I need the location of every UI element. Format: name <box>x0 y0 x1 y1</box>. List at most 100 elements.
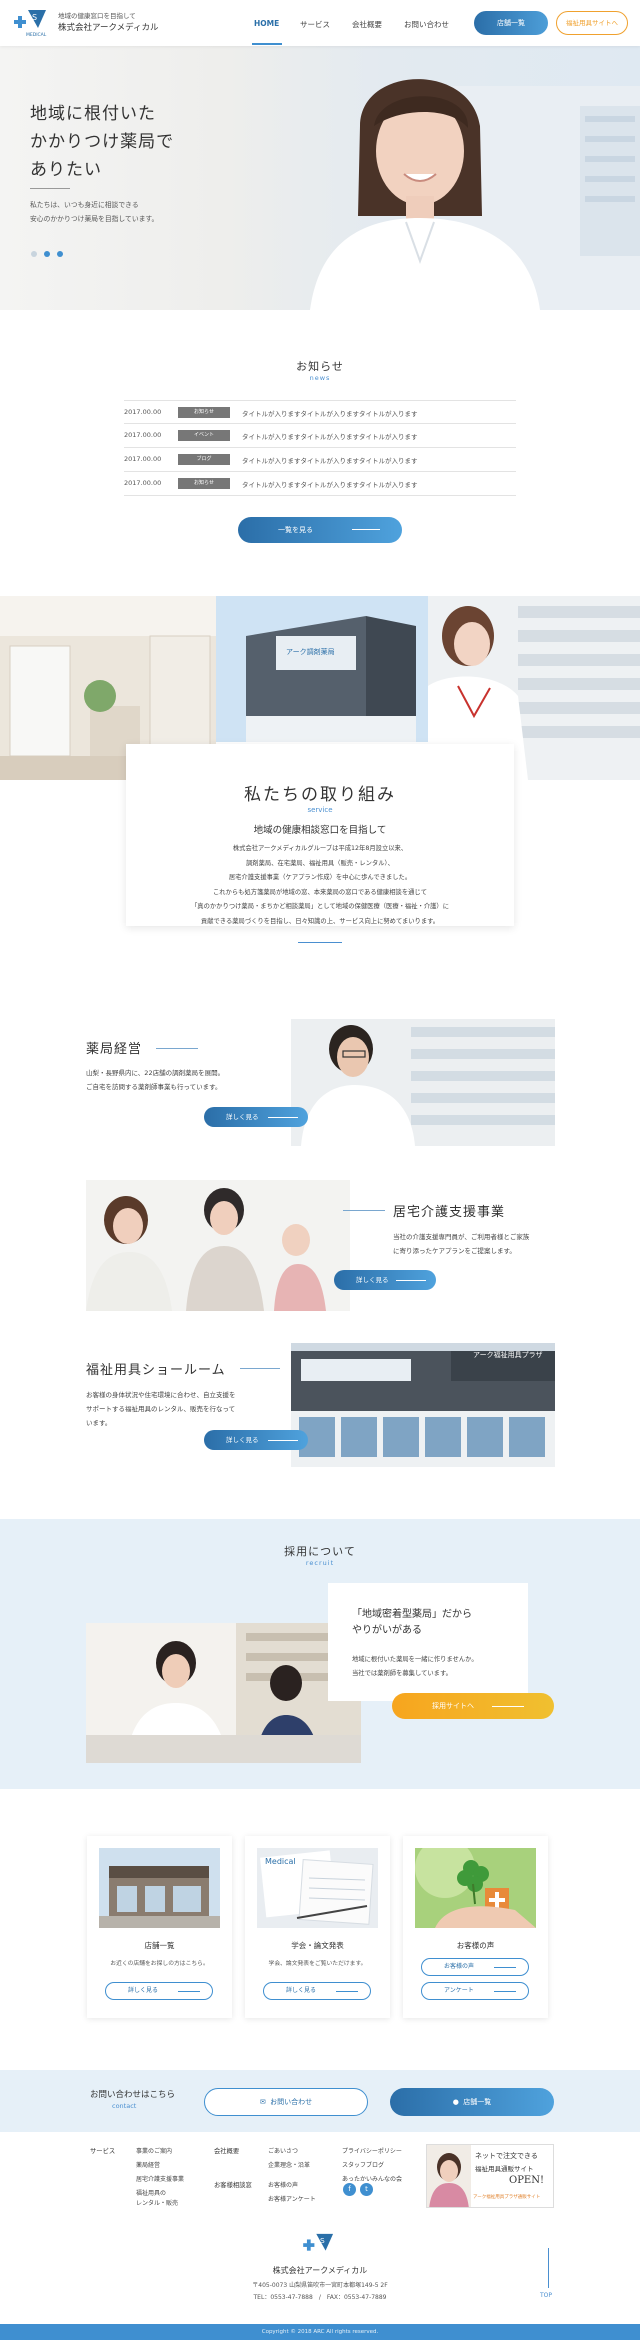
service-intro-subtitle: service <box>307 806 333 814</box>
mail-icon: ✉ <box>259 2098 266 2106</box>
service-intro-text: 株式会社アークメディカルグループは平成12年8月設立以来、 調剤薬局、在宅薬局、… <box>126 842 514 929</box>
papers-detail-button[interactable]: 詳しく見る <box>263 1982 371 2000</box>
slide-dot[interactable] <box>57 251 63 257</box>
footer-company-head[interactable]: 会社概要 <box>214 2146 239 2155</box>
news-title-link[interactable]: タイトルが入りますタイトルが入りますタイトルが入ります <box>242 479 418 489</box>
footer-company-name: 株式会社アークメディカル <box>272 2266 368 2275</box>
news-date: 2017.00.00 <box>124 431 162 439</box>
hero-divider <box>30 188 70 189</box>
footer-link[interactable]: スタッフブログ <box>342 2160 384 2169</box>
hero-heading-line: 地域に根付いた <box>30 104 156 124</box>
logo-tagline: 地域の健康窓口を目指して <box>58 12 136 20</box>
footer-voice-head[interactable]: お客様相談窓 <box>214 2180 252 2189</box>
nav-company[interactable]: 会社概要 <box>352 19 382 30</box>
arrow-right-icon <box>396 1280 426 1281</box>
footer-logo-icon[interactable]: S <box>299 2232 341 2260</box>
recruit-text-line: 当社では薬剤師を募集しています。 <box>352 1670 452 1677</box>
nav-contact[interactable]: お問い合わせ <box>404 19 449 30</box>
news-item[interactable]: 2017.00.00 イベント タイトルが入りますタイトルが入りますタイトルが入… <box>124 424 516 448</box>
detail-button-label: 詳しく見る <box>128 1987 159 1994</box>
news-title-link[interactable]: タイトルが入りますタイトルが入りますタイトルが入ります <box>242 408 418 418</box>
banner-woman-image <box>427 2145 471 2207</box>
footer-link[interactable]: あったかいみんなの会 <box>342 2174 402 2183</box>
recruit-photo <box>86 1623 361 1763</box>
banner-line: 福祉用具通販サイト <box>475 2165 534 2173</box>
service-care-button[interactable]: 詳しく見る <box>334 1270 436 1290</box>
recruit-title: 採用について <box>284 1545 356 1558</box>
svg-text:Medical: Medical <box>265 1857 296 1866</box>
customer-voice-button[interactable]: お客様の声 <box>421 1958 529 1976</box>
hero-heading: 地域に根付いた かかりつけ薬局で ありたい <box>30 100 174 184</box>
recruit-button-label: 採用サイトへ <box>432 1702 474 1710</box>
service-text-line: サポートする福祉用具のレンタル、販売を行なって <box>86 1405 236 1413</box>
nav-service[interactable]: サービス <box>300 19 330 30</box>
clover-hands-photo <box>415 1848 536 1928</box>
footer-link[interactable]: 薬局経営 <box>136 2160 160 2169</box>
page-top-link[interactable]: TOP <box>540 2292 552 2299</box>
slide-dot-active[interactable] <box>44 251 50 257</box>
arrow-right-icon <box>492 1706 524 1707</box>
company-logo-icon[interactable]: S MEDICAL <box>12 8 52 38</box>
news-item[interactable]: 2017.00.00 お知らせ タイトルが入りますタイトルが入りますタイトルが入… <box>124 472 516 496</box>
news-title: お知らせ <box>296 360 344 373</box>
nav-home[interactable]: HOME <box>254 19 279 28</box>
service-pharmacy-button[interactable]: 詳しく見る <box>204 1107 308 1127</box>
svg-text:アーク調剤薬局: アーク調剤薬局 <box>286 647 335 656</box>
footer-link[interactable]: 企業理念・沿革 <box>268 2160 310 2169</box>
news-title-link[interactable]: タイトルが入りますタイトルが入りますタイトルが入ります <box>242 455 418 465</box>
stores-detail-button[interactable]: 詳しく見る <box>105 1982 213 2000</box>
service-pharmacy-text: 山梨・長野県内に、22店舗の調剤薬局を展開。 ご自宅を訪問する薬剤師事業も行って… <box>86 1066 224 1094</box>
news-category-badge: お知らせ <box>178 478 230 489</box>
page-top-line <box>548 2248 549 2288</box>
service-text-line: ご自宅を訪問する薬剤師事業も行っています。 <box>86 1083 222 1091</box>
facebook-icon[interactable]: f <box>343 2183 356 2196</box>
footer-link[interactable]: 事業のご案内 <box>136 2146 172 2155</box>
news-list-button[interactable]: 一覧を見る <box>238 517 402 543</box>
news-date: 2017.00.00 <box>124 455 162 463</box>
news-item[interactable]: 2017.00.00 ブログ タイトルが入りますタイトルが入りますタイトルが入り… <box>124 448 516 472</box>
slide-dot[interactable] <box>31 251 37 257</box>
service-text-line: お客様の身体状況や住宅環境に合わせ、自立支援を <box>86 1391 236 1399</box>
detail-button-label: 詳しく見る <box>226 1113 259 1121</box>
footer-services-head[interactable]: サービス <box>90 2146 115 2155</box>
news-title-link[interactable]: タイトルが入りますタイトルが入りますタイトルが入ります <box>242 431 418 441</box>
service-text-line: に寄り添ったケアプランをご提案します。 <box>393 1247 516 1255</box>
footer-link[interactable]: 福祉用具の <box>136 2188 166 2197</box>
banner-line: アーク福祉用具プラザ通販サイト <box>473 2195 541 2200</box>
footer-link[interactable]: お客様の声 <box>268 2180 298 2189</box>
papers-box: Medical 学会・論文発表 学会、論文発表をご覧いただけます。 詳しく見る <box>245 1836 390 2018</box>
hero-text-line: 私たちは、いつも身近に相談できる <box>30 201 139 209</box>
contact-stores-button[interactable]: ● 店舗一覧 <box>390 2088 554 2116</box>
footer-link[interactable]: レンタル・販売 <box>136 2198 178 2207</box>
footer-link[interactable]: ごあいさつ <box>268 2146 298 2155</box>
footer-link[interactable]: プライバシーポリシー <box>342 2146 402 2155</box>
survey-button[interactable]: アンケート <box>421 1982 529 2000</box>
pharmacy-building-photo: アーク調剤薬局 <box>216 596 428 742</box>
service-showroom-title: 福祉用具ショールーム <box>86 1363 226 1378</box>
service-intro-line: 調剤薬局、在宅薬局、福祉用具（販売・レンタル）、 <box>246 859 394 867</box>
welfare-shop-banner[interactable]: ネットで注文できる 福祉用具通販サイト OPEN! アーク福祉用具プラザ通販サイ… <box>426 2144 554 2208</box>
service-showroom-button[interactable]: 詳しく見る <box>204 1430 308 1450</box>
recruit-section: 採用について recruit 「地域密着型薬局」だから やりがいがある 地域に根… <box>0 1519 640 1789</box>
logo-company-name[interactable]: 株式会社アークメディカル <box>58 21 159 33</box>
welfare-site-button[interactable]: 福祉用具サイトへ <box>556 11 628 35</box>
footer-link[interactable]: お客様アンケート <box>268 2194 316 2203</box>
arrow-right-icon <box>494 1967 516 1968</box>
footer-link[interactable]: 居宅介護支援事業 <box>136 2174 184 2183</box>
stores-box-title: 店舗一覧 <box>144 1941 175 1950</box>
contact-button[interactable]: ✉ お問い合わせ <box>204 2088 368 2116</box>
contact-button-label: お問い合わせ <box>270 2098 313 2106</box>
arrow-right-icon <box>494 1991 516 1992</box>
recruit-site-button[interactable]: 採用サイトへ <box>392 1693 554 1719</box>
twitter-icon[interactable]: t <box>360 2183 373 2196</box>
stores-button[interactable]: 店舗一覧 <box>474 11 548 35</box>
recruit-text: 地域に根付いた薬局を一緒に作りませんか。 当社では薬剤師を募集しています。 <box>352 1653 478 1681</box>
arrow-right-icon <box>352 529 380 530</box>
news-item[interactable]: 2017.00.00 お知らせ タイトルが入りますタイトルが入りますタイトルが入… <box>124 400 516 424</box>
service-intro-title: 私たちの取り組み <box>244 785 396 805</box>
contact-section: お問い合わせはこちら contact ✉ お問い合わせ ● 店舗一覧 <box>0 2070 640 2132</box>
voice-box: お客様の声 お客様の声 アンケート <box>403 1836 548 2018</box>
service-intro-heading: 地域の健康相談窓口を目指して <box>253 825 387 836</box>
service-title-rule <box>156 1048 198 1049</box>
service-showroom-text: お客様の身体状況や住宅環境に合わせ、自立支援を サポートする福祉用具のレンタル、… <box>86 1388 236 1430</box>
